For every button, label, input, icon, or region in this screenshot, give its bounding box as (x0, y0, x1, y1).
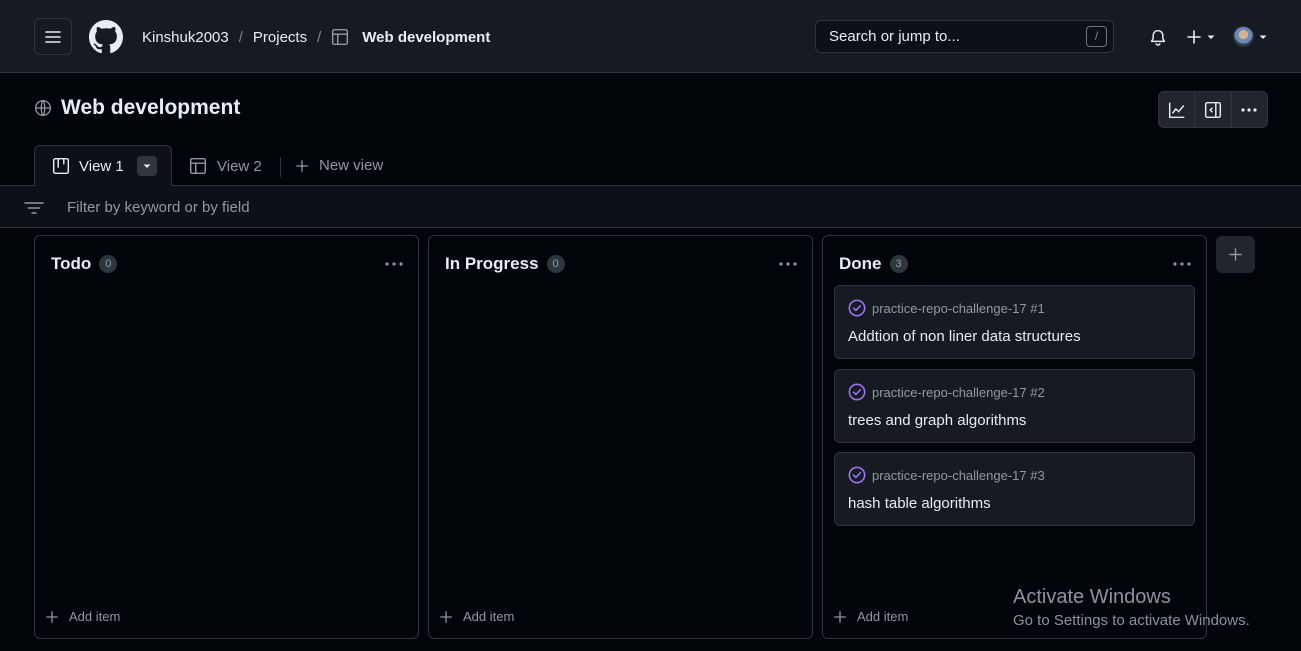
table-icon (331, 28, 349, 46)
toggle-sidebar-button[interactable] (1195, 92, 1232, 127)
check-circle-icon (848, 466, 866, 484)
card-meta: practice-repo-challenge-17 #1 (848, 299, 1045, 317)
tab-view-2[interactable]: View 2 (189, 157, 262, 175)
column-title: Done (839, 254, 882, 273)
card-title[interactable]: Addtion of non liner data structures (848, 328, 1081, 345)
board-column-todo: Todo 0 Add item (34, 235, 419, 639)
check-circle-icon (848, 299, 866, 317)
create-new-button[interactable] (1186, 29, 1216, 45)
globe-icon (35, 100, 51, 116)
search-placeholder: Search or jump to... (829, 28, 960, 45)
watermark-title: Activate Windows (1013, 586, 1171, 608)
breadcrumb-separator: / (238, 28, 243, 46)
column-header: Done 3 (839, 254, 908, 274)
caret-down-icon (1259, 35, 1267, 39)
add-item-label: Add item (463, 609, 515, 624)
breadcrumb-project[interactable]: Web development (362, 29, 490, 46)
filter-icon[interactable] (24, 200, 44, 216)
column-header: In Progress 0 (445, 254, 565, 274)
breadcrumb-separator: / (317, 28, 322, 46)
caret-down-icon (143, 164, 151, 168)
column-title: In Progress (445, 254, 539, 273)
table-icon (189, 157, 207, 175)
board-column-in-progress: In Progress 0 Add item (428, 235, 813, 639)
filter-input[interactable]: Filter by keyword or by field (67, 199, 250, 216)
column-menu-button[interactable] (1172, 254, 1192, 274)
check-circle-icon (848, 383, 866, 401)
card-meta: practice-repo-challenge-17 #2 (848, 383, 1045, 401)
tab-view-1[interactable]: View 1 (34, 145, 172, 186)
top-header: Kinshuk2003 / Projects / Web development… (0, 0, 1301, 73)
breadcrumb-projects[interactable]: Projects (253, 29, 307, 46)
kebab-icon (385, 262, 403, 266)
tab-label: View 1 (79, 157, 124, 175)
search-input[interactable]: Search or jump to... / (815, 20, 1114, 53)
tab-divider (280, 157, 281, 177)
card-ref[interactable]: practice-repo-challenge-17 #2 (872, 385, 1045, 400)
add-item-button[interactable]: Add item (833, 609, 908, 624)
column-title: Todo (51, 254, 92, 273)
bell-icon[interactable] (1149, 29, 1167, 47)
tab-options-button[interactable] (136, 156, 157, 176)
filter-bar: Filter by keyword or by field (0, 186, 1301, 228)
issue-card[interactable]: practice-repo-challenge-17 #2 trees and … (834, 369, 1195, 443)
column-count-badge: 0 (99, 255, 118, 273)
plus-icon (1187, 30, 1201, 44)
user-menu[interactable] (1233, 26, 1268, 47)
breadcrumb: Kinshuk2003 / Projects / Web development (142, 28, 490, 46)
hamburger-icon (45, 30, 61, 43)
plus-icon (46, 610, 58, 623)
add-item-button[interactable]: Add item (439, 609, 514, 624)
project-actions (1158, 91, 1268, 128)
sidebar-icon (1204, 101, 1222, 118)
search-shortcut-key: / (1086, 26, 1107, 47)
github-logo-icon[interactable] (89, 20, 123, 54)
view-tabs: View 1 View 2 New view (0, 145, 1301, 186)
add-item-label: Add item (69, 609, 121, 624)
card-meta: practice-repo-challenge-17 #3 (848, 466, 1045, 484)
project-title: Web development (34, 96, 240, 120)
card-ref[interactable]: practice-repo-challenge-17 #1 (872, 301, 1045, 316)
board-column-done: Done 3 practice-repo-challenge-17 #1 Add… (822, 235, 1207, 639)
issue-card[interactable]: practice-repo-challenge-17 #3 hash table… (834, 452, 1195, 526)
insights-button[interactable] (1159, 92, 1196, 127)
breadcrumb-owner[interactable]: Kinshuk2003 (142, 29, 229, 46)
card-ref[interactable]: practice-repo-challenge-17 #3 (872, 468, 1045, 483)
plus-icon (296, 159, 308, 172)
add-column-button[interactable] (1216, 236, 1255, 273)
add-item-label: Add item (857, 609, 909, 624)
column-count-badge: 0 (546, 255, 565, 273)
kebab-icon (1241, 107, 1257, 112)
caret-down-icon (1207, 35, 1215, 39)
column-menu-button[interactable] (778, 254, 798, 274)
column-menu-button[interactable] (384, 254, 404, 274)
card-title[interactable]: hash table algorithms (848, 495, 991, 512)
kebab-icon (779, 262, 797, 266)
new-view-label: New view (319, 157, 384, 174)
new-view-button[interactable]: New view (295, 157, 383, 174)
kebab-icon (1173, 262, 1191, 266)
column-count-badge: 3 (889, 255, 908, 273)
issue-card[interactable]: practice-repo-challenge-17 #1 Addtion of… (834, 285, 1195, 359)
plus-icon (440, 610, 452, 623)
plus-icon (834, 610, 846, 623)
graph-icon (1168, 102, 1184, 118)
menu-button[interactable] (34, 18, 72, 55)
tab-label: View 2 (217, 157, 262, 175)
card-title[interactable]: trees and graph algorithms (848, 412, 1026, 429)
page-title: Web development (61, 96, 241, 119)
column-header: Todo 0 (51, 254, 118, 274)
plus-icon (1229, 248, 1242, 261)
activation-watermark: Activate Windows Go to Settings to activ… (1013, 586, 1250, 629)
project-menu-button[interactable] (1232, 92, 1267, 127)
watermark-subtitle: Go to Settings to activate Windows. (1013, 612, 1250, 629)
add-item-button[interactable]: Add item (45, 609, 120, 624)
board-icon (52, 157, 70, 175)
avatar (1233, 26, 1254, 47)
